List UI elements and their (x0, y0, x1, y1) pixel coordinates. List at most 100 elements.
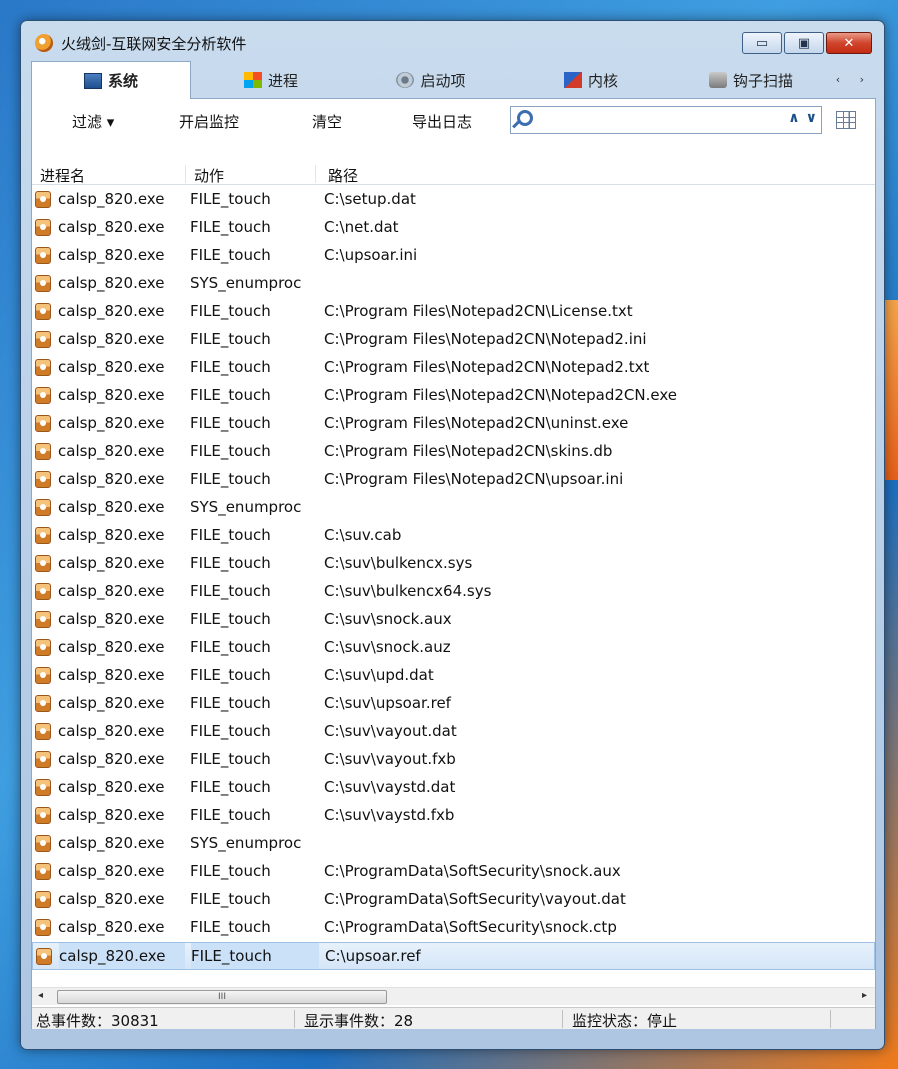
process-name-cell: calsp_820.exe (58, 470, 165, 488)
title-bar[interactable]: 火绒剑-互联网安全分析软件 ▭ ▣ ✕ (21, 21, 884, 61)
action-cell: SYS_enumproc (190, 274, 302, 292)
export-log-button[interactable]: 导出日志 (412, 111, 472, 132)
path-cell: C:\Program Files\Notepad2CN\Notepad2.txt (324, 358, 650, 376)
process-name-cell: calsp_820.exe (58, 414, 165, 432)
table-row[interactable]: calsp_820.exe FILE_touch C:\ProgramData\So… (32, 886, 875, 914)
table-row[interactable]: calsp_820.exe FILE_touch C:\Program Files\… (32, 466, 875, 494)
filter-dropdown-button[interactable]: 过滤 ▾ (72, 111, 114, 132)
column-header-action[interactable]: 动作 (194, 165, 316, 185)
table-row[interactable]: calsp_820.exe FILE_touch C:\upsoar.ref (32, 942, 875, 970)
table-row[interactable]: calsp_820.exe FILE_touch C:\suv\upd.dat (32, 662, 875, 690)
table-row[interactable]: calsp_820.exe FILE_touch C:\Program Files\… (32, 326, 875, 354)
process-icon (36, 948, 52, 965)
process-name-cell: calsp_820.exe (58, 638, 165, 656)
table-row[interactable]: calsp_820.exe FILE_touch C:\suv\vaystd.fxb (32, 802, 875, 830)
process-icon (35, 303, 51, 320)
action-cell: FILE_touch (190, 638, 271, 656)
table-row[interactable]: calsp_820.exe FILE_touch C:\Program Files\… (32, 298, 875, 326)
tab-startup[interactable]: 启动项 (351, 62, 511, 98)
path-cell: C:\suv\vaystd.dat (324, 778, 456, 796)
search-prev-button[interactable]: ∧ (788, 110, 799, 126)
action-cell: FILE_touch (190, 750, 271, 768)
minimize-button[interactable]: ▭ (742, 32, 782, 54)
process-name-cell: calsp_820.exe (58, 890, 165, 908)
monitor-state-status: 监控状态：停止 (572, 1012, 678, 1030)
close-button[interactable]: ✕ (826, 32, 872, 54)
process-name-cell: calsp_820.exe (58, 218, 165, 236)
table-row[interactable]: calsp_820.exe FILE_touch C:\ProgramData\So… (32, 914, 875, 942)
path-cell: C:\Program Files\Notepad2CN\License.txt (324, 302, 633, 320)
process-name-cell: calsp_820.exe (59, 943, 185, 969)
action-cell: FILE_touch (190, 414, 271, 432)
tab-label: 钩子扫描 (732, 71, 793, 90)
clear-button[interactable]: 清空 (312, 111, 342, 132)
tab-kernel[interactable]: 内核 (511, 62, 671, 98)
table-row[interactable]: calsp_820.exe FILE_touch C:\suv\snock.auz (32, 634, 875, 662)
scrollbar-thumb[interactable]: III (57, 990, 387, 1004)
process-name-cell: calsp_820.exe (58, 554, 165, 572)
path-cell: C:\suv\vayout.dat (324, 722, 457, 740)
column-settings-icon[interactable] (836, 111, 856, 129)
table-row[interactable]: calsp_820.exe FILE_touch C:\suv\vaystd.dat (32, 774, 875, 802)
process-name-cell: calsp_820.exe (58, 582, 165, 600)
path-cell: C:\Program Files\Notepad2CN\uninst.exe (324, 414, 629, 432)
table-row[interactable]: calsp_820.exe FILE_touch C:\suv\vayout.fxb (32, 746, 875, 774)
table-row[interactable]: calsp_820.exe FILE_touch C:\Program Files\… (32, 354, 875, 382)
table-row[interactable]: calsp_820.exe SYS_enumproc (32, 270, 875, 298)
scroll-right-arrow-icon[interactable]: ▸ (862, 990, 867, 1001)
table-row[interactable]: calsp_820.exe FILE_touch C:\setup.dat (32, 186, 875, 214)
table-row[interactable]: calsp_820.exe FILE_touch C:\suv\bulkencx.s… (32, 550, 875, 578)
horizontal-scrollbar[interactable]: ◂ III ▸ (32, 987, 875, 1005)
search-next-button[interactable]: ∨ (806, 110, 817, 126)
table-row[interactable]: calsp_820.exe FILE_touch C:\ProgramData\So… (32, 858, 875, 886)
process-icon (35, 331, 51, 348)
table-row[interactable]: calsp_820.exe FILE_touch C:\suv\upsoar.ref (32, 690, 875, 718)
process-name-cell: calsp_820.exe (58, 330, 165, 348)
process-name-cell: calsp_820.exe (58, 610, 165, 628)
tab-system[interactable]: 系统 (31, 61, 191, 99)
process-name-cell: calsp_820.exe (58, 694, 165, 712)
column-header-path[interactable]: 路径 (328, 165, 848, 185)
action-cell: FILE_touch (190, 190, 271, 208)
process-icon (35, 695, 51, 712)
column-header-process[interactable]: 进程名 (40, 165, 186, 185)
table-row[interactable]: calsp_820.exe FILE_touch C:\suv\snock.aux (32, 606, 875, 634)
start-monitor-button[interactable]: 开启监控 (179, 111, 239, 132)
table-row[interactable]: calsp_820.exe FILE_touch C:\suv\vayout.dat (32, 718, 875, 746)
table-row[interactable]: calsp_820.exe FILE_touch C:\suv\bulkencx64… (32, 578, 875, 606)
process-icon (35, 443, 51, 460)
table-row[interactable]: calsp_820.exe FILE_touch C:\upsoar.ini (32, 242, 875, 270)
system-icon (83, 72, 102, 89)
search-input[interactable]: ∧ ∨ (510, 106, 822, 134)
action-cell: FILE_touch (190, 246, 271, 264)
path-cell: C:\ProgramData\SoftSecurity\vayout.dat (324, 890, 626, 908)
process-icon (35, 751, 51, 768)
process-name-cell: calsp_820.exe (58, 722, 165, 740)
process-icon (35, 247, 51, 264)
table-row[interactable]: calsp_820.exe SYS_enumproc (32, 494, 875, 522)
table-row[interactable]: calsp_820.exe SYS_enumproc (32, 830, 875, 858)
tab-hook-scan[interactable]: 钩子扫描 (671, 62, 831, 98)
process-icon (35, 219, 51, 236)
action-cell: FILE_touch (190, 778, 271, 796)
process-icon (35, 779, 51, 796)
path-cell: C:\suv\snock.aux (324, 610, 452, 628)
process-name-cell: calsp_820.exe (58, 666, 165, 684)
scroll-left-arrow-icon[interactable]: ◂ (38, 990, 43, 1001)
event-list: calsp_820.exe FILE_touch C:\setup.dat calsp… (32, 186, 875, 970)
table-header: 进程名 动作 路径 (32, 163, 875, 185)
table-row[interactable]: calsp_820.exe FILE_touch C:\Program Files\… (32, 410, 875, 438)
process-name-cell: calsp_820.exe (58, 302, 165, 320)
action-cell: FILE_touch (190, 554, 271, 572)
process-name-cell: calsp_820.exe (58, 358, 165, 376)
tab-process[interactable]: 进程 (191, 62, 351, 98)
path-cell: C:\ProgramData\SoftSecurity\snock.ctp (324, 918, 617, 936)
maximize-button[interactable]: ▣ (784, 32, 824, 54)
tab-scroll-arrows[interactable]: ‹ › (836, 73, 872, 86)
status-divider (830, 1010, 831, 1028)
table-row[interactable]: calsp_820.exe FILE_touch C:\Program Files\… (32, 438, 875, 466)
table-row[interactable]: calsp_820.exe FILE_touch C:\suv.cab (32, 522, 875, 550)
path-cell: C:\upsoar.ref (325, 947, 421, 965)
table-row[interactable]: calsp_820.exe FILE_touch C:\Program Files\… (32, 382, 875, 410)
table-row[interactable]: calsp_820.exe FILE_touch C:\net.dat (32, 214, 875, 242)
